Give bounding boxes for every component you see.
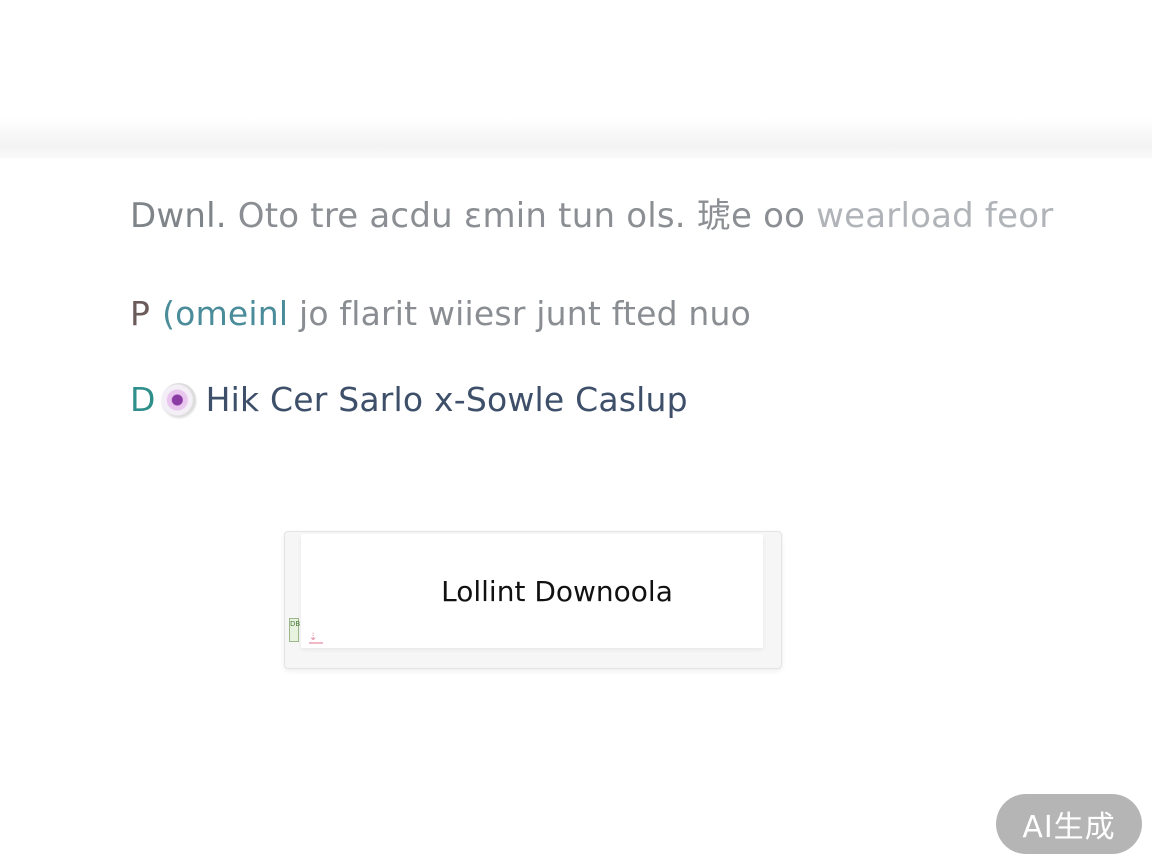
author-line: D Hik Cer Sarlo x-Sowle Caslup	[130, 380, 688, 419]
download-arrow-icon: ⇣	[309, 632, 323, 644]
download-button[interactable]: Lollint Downoola	[301, 534, 763, 648]
intro-line: Dwnl. Oto tre acdu ɛmin tun ols. 琥e oo w…	[130, 188, 1053, 237]
author-marker: D	[130, 380, 156, 419]
intro-text: Oto tre acdu ɛmin tun ols. 琥e oo	[226, 196, 806, 236]
info-line: P (omeinl jo flarit wiiesr junt fted nuo	[130, 294, 751, 333]
info-highlight: (omeinl	[162, 294, 289, 333]
page: Dwnl. Oto tre acdu ɛmin tun ols. 琥e oo w…	[0, 0, 1152, 864]
intro-lead: Dwnl.	[130, 196, 227, 236]
author-text: Hik Cer Sarlo x-Sowle Caslup	[205, 380, 688, 419]
info-marker: P	[130, 294, 151, 333]
info-text: jo flarit wiiesr junt fted nuo	[288, 294, 752, 333]
header-band	[0, 118, 1152, 158]
download-card: Lollint Downoola DB ⇣	[284, 531, 782, 669]
avatar-icon	[161, 382, 196, 417]
download-label: Lollint Downoola	[441, 574, 673, 608]
ai-generated-badge: AI生成	[996, 794, 1142, 854]
document-icon: DB	[289, 618, 300, 642]
intro-tail: wearload feor	[805, 196, 1054, 236]
